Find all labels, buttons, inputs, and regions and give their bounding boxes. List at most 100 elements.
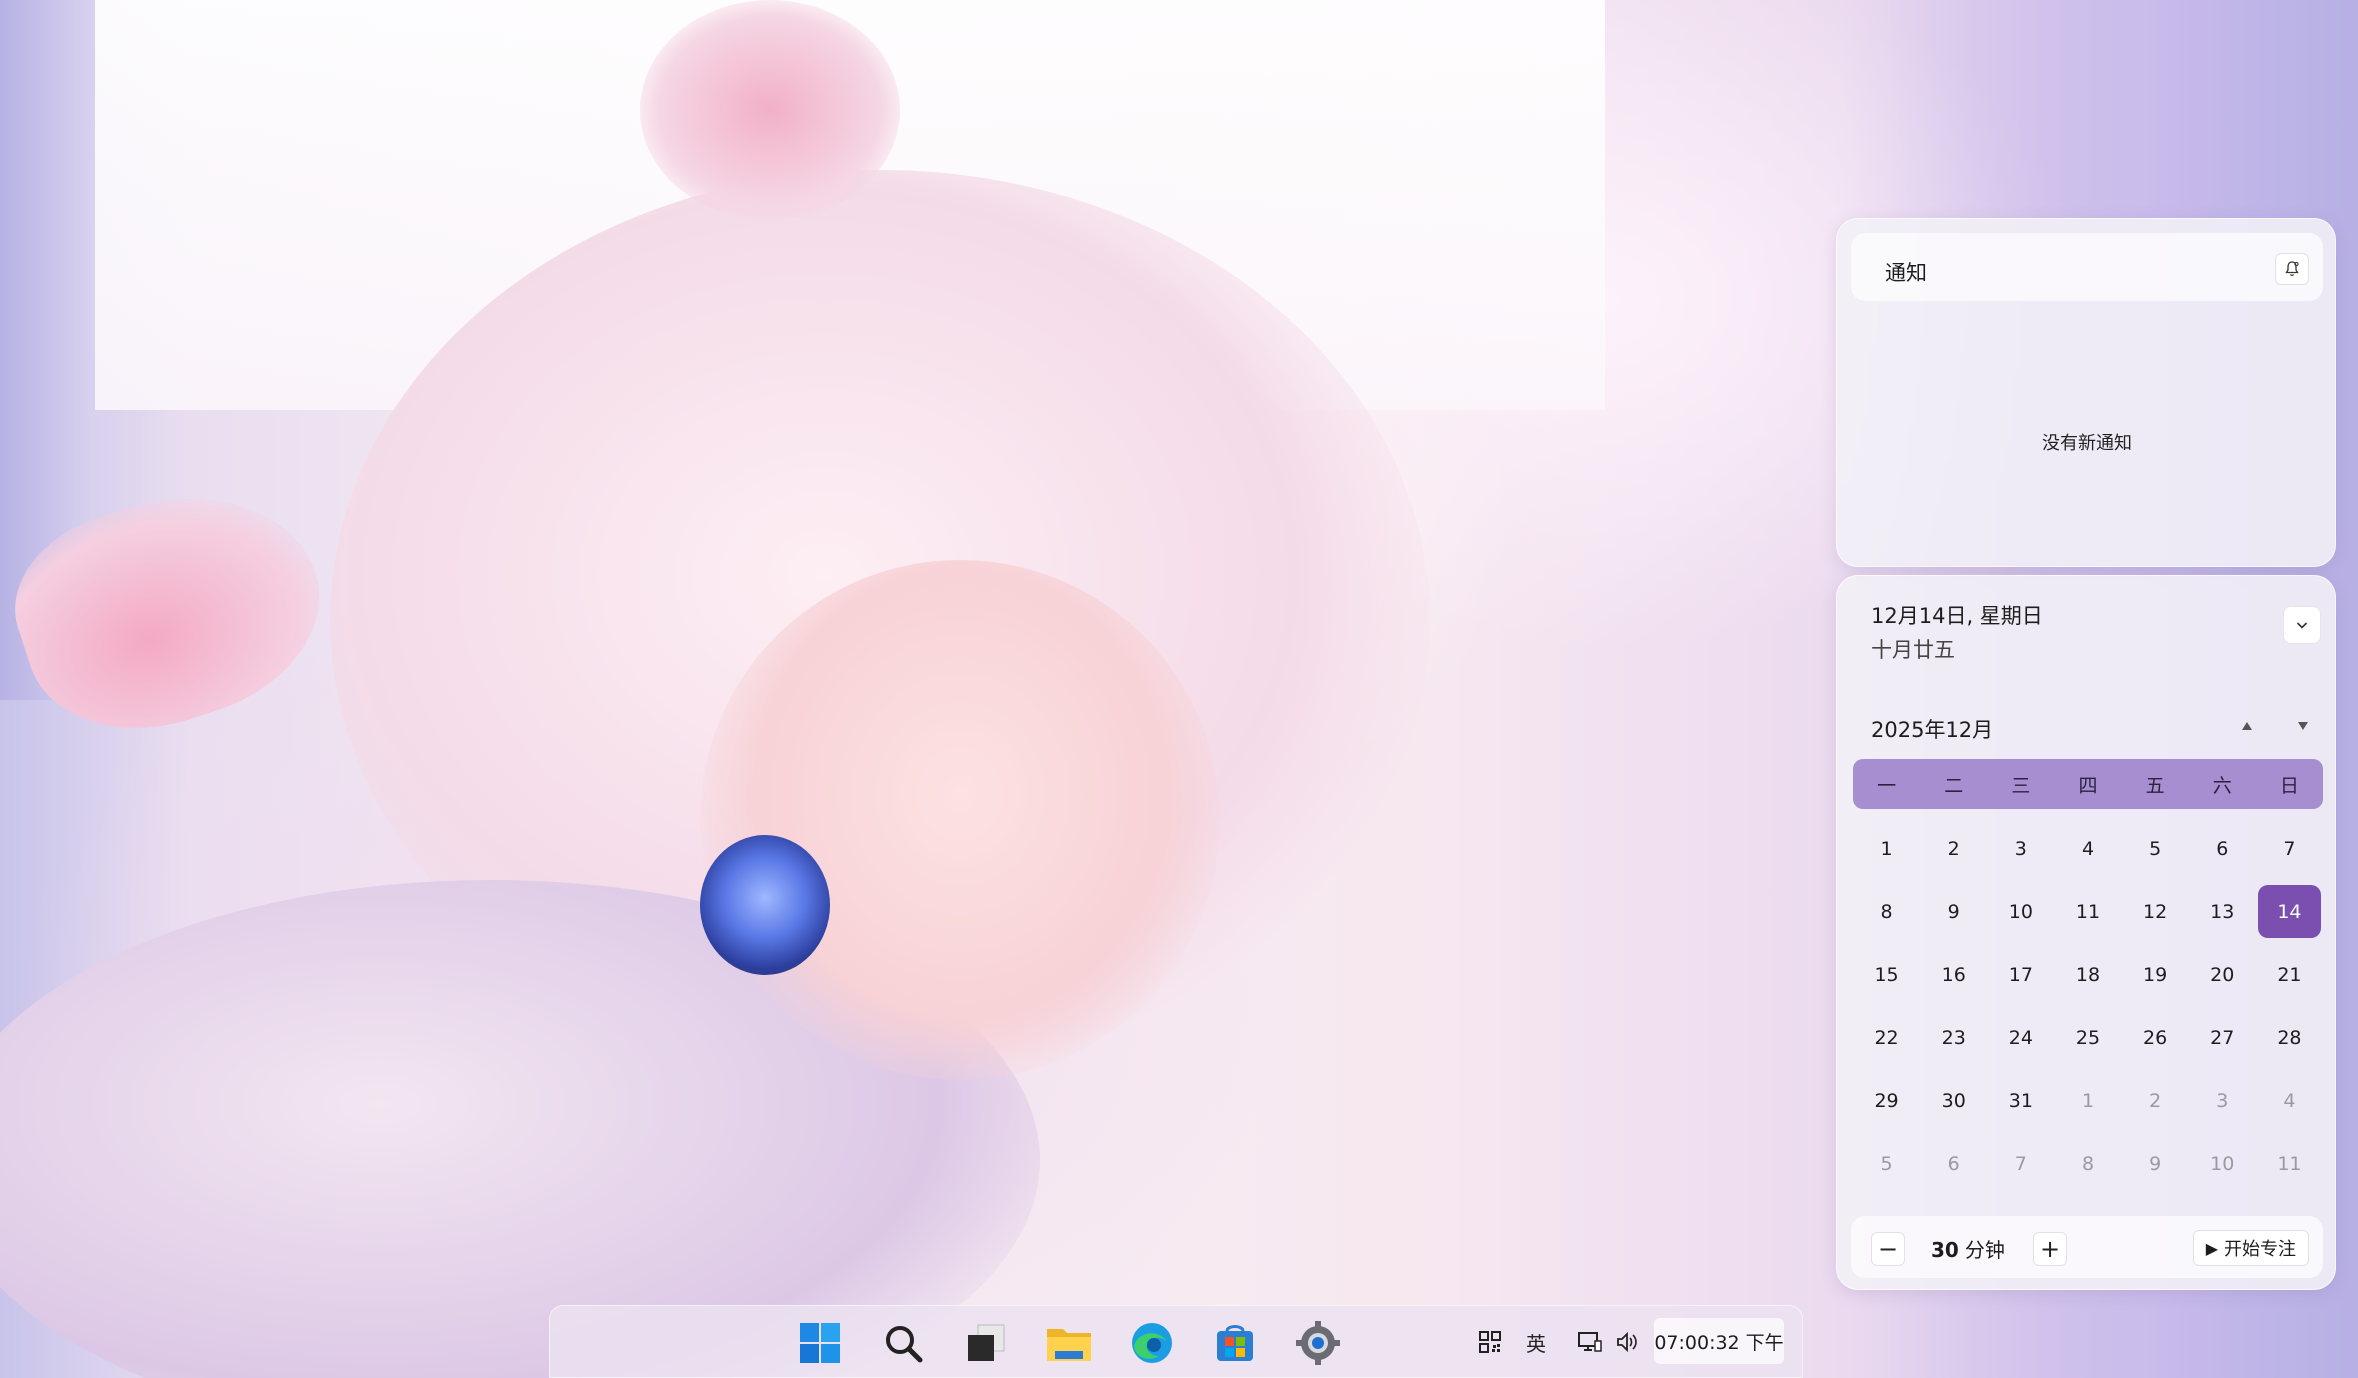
calendar-day[interactable]: 30 (1922, 1074, 1985, 1127)
notification-panel: 通知 没有新通知 (1836, 218, 2336, 567)
store-button[interactable] (1210, 1318, 1260, 1368)
focus-minutes-unit: 分钟 (1964, 1238, 2005, 1262)
calendar-day[interactable]: 26 (2124, 1011, 2187, 1064)
focus-decrease-button[interactable]: − (1871, 1232, 1905, 1266)
calendar-day[interactable]: 1 (1855, 822, 1918, 875)
no-notifications-text: 没有新通知 (2042, 433, 2132, 454)
calendar-day[interactable]: 6 (1922, 1137, 1985, 1190)
play-icon: ▶ (2205, 1238, 2218, 1258)
triangle-down-icon (2298, 722, 2308, 730)
calendar-day[interactable]: 7 (1989, 1137, 2052, 1190)
calendar-day[interactable]: 24 (1989, 1011, 2052, 1064)
calendar-day[interactable]: 27 (2191, 1011, 2254, 1064)
calendar-day[interactable]: 28 (2258, 1011, 2321, 1064)
calendar-day[interactable]: 20 (2191, 948, 2254, 1001)
volume-tray-button[interactable] (1612, 1326, 1644, 1358)
calendar-day[interactable]: 8 (1855, 885, 1918, 938)
notification-title: 通知 (1885, 261, 1927, 285)
calendar-day[interactable]: 21 (2258, 948, 2321, 1001)
focus-duration: 30 分钟 (1931, 1234, 2005, 1263)
settings-button[interactable] (1293, 1318, 1343, 1368)
calendar-day[interactable]: 2 (2124, 1074, 2187, 1127)
weekday-label: 日 (2279, 774, 2299, 797)
calendar-day[interactable]: 10 (2191, 1137, 2254, 1190)
weekday-label: 三 (2011, 774, 2031, 797)
input-method-button[interactable]: 英 (1520, 1326, 1552, 1358)
weekday-label: 五 (2145, 774, 2165, 797)
calendar-day[interactable]: 16 (1922, 948, 1985, 1001)
weekday-label: 二 (1944, 774, 1964, 797)
calendar-day[interactable]: 22 (1855, 1011, 1918, 1064)
store-icon (1217, 1325, 1253, 1361)
calendar-day[interactable]: 13 (2191, 885, 2254, 938)
calendar-panel: 12月14日, 星期日 十月廿五 2025年12月 一 二 三 四 五 六 日 … (1836, 575, 2336, 1290)
calendar-lunar-label: 十月廿五 (1871, 638, 1955, 662)
focus-minutes-value: 30 (1931, 1238, 1959, 1262)
calendar-day[interactable]: 3 (2191, 1074, 2254, 1127)
calendar-day[interactable]: 11 (2056, 885, 2119, 938)
calendar-body: 2025年12月 一 二 三 四 五 六 日 1 2 3 4 5 6 7 8 9 10 11 12 13… (1837, 686, 2337, 1206)
edge-button[interactable] (1127, 1318, 1177, 1368)
calendar-weekday-bar: 一 二 三 四 五 六 日 (1853, 759, 2323, 809)
task-view-icon (968, 1324, 1005, 1361)
calendar-day[interactable]: 2 (1922, 822, 1985, 875)
wallpaper-face (700, 560, 1220, 1080)
calendar-collapse-button[interactable] (2283, 606, 2321, 644)
calendar-month-label[interactable]: 2025年12月 (1871, 714, 1993, 744)
network-tray-button[interactable] (1574, 1326, 1606, 1358)
calendar-day-today[interactable]: 14 (2257, 885, 2321, 938)
calendar-day[interactable]: 8 (2056, 1137, 2119, 1190)
calendar-day[interactable]: 29 (1855, 1074, 1918, 1127)
calendar-day[interactable]: 1 (2056, 1074, 2119, 1127)
calendar-day[interactable]: 11 (2258, 1137, 2321, 1190)
qr-code-icon (1479, 1331, 1501, 1353)
taskbar-clock[interactable]: 07:00:32 下午 (1654, 1318, 1784, 1364)
edge-browser-icon (1132, 1323, 1172, 1363)
calendar-day[interactable]: 5 (2124, 822, 2187, 875)
start-button[interactable] (795, 1318, 845, 1368)
start-focus-button[interactable]: ▶ 开始专注 (2192, 1230, 2309, 1266)
file-explorer-icon (1047, 1329, 1091, 1361)
calendar-day[interactable]: 4 (2056, 822, 2119, 875)
qr-tray-button[interactable] (1474, 1326, 1506, 1358)
focus-session-bar: − 30 分钟 + ▶ 开始专注 (1851, 1216, 2323, 1278)
calendar-day[interactable]: 25 (2056, 1011, 2119, 1064)
calendar-day[interactable]: 12 (2124, 885, 2187, 938)
calendar-day[interactable]: 31 (1989, 1074, 2052, 1127)
weekday-label: 一 (1877, 774, 1897, 797)
wallpaper-ear-top (640, 0, 900, 220)
calendar-day[interactable]: 17 (1989, 948, 2052, 1001)
bell-settings-icon (2285, 261, 2299, 276)
calendar-day[interactable]: 18 (2056, 948, 2119, 1001)
focus-increase-button[interactable]: + (2033, 1232, 2067, 1266)
notification-header: 通知 (1851, 233, 2323, 301)
calendar-day[interactable]: 5 (1855, 1137, 1918, 1190)
calendar-day[interactable]: 9 (1922, 885, 1985, 938)
calendar-day[interactable]: 6 (2191, 822, 2254, 875)
calendar-next-month-button[interactable] (2285, 710, 2321, 742)
calendar-day[interactable]: 9 (2124, 1137, 2187, 1190)
wallpaper-eye (700, 835, 830, 975)
search-button[interactable] (878, 1318, 928, 1368)
calendar-day[interactable]: 23 (1922, 1011, 1985, 1064)
file-explorer-button[interactable] (1044, 1318, 1094, 1368)
calendar-day[interactable]: 7 (2258, 822, 2321, 875)
start-focus-label: 开始专注 (2224, 1239, 2296, 1260)
calendar-day[interactable]: 15 (1855, 948, 1918, 1001)
weekday-label: 四 (2078, 774, 2098, 797)
calendar-day[interactable]: 19 (2124, 948, 2187, 1001)
weekday-label: 六 (2212, 774, 2232, 797)
notification-settings-button[interactable] (2275, 253, 2309, 285)
chevron-down-icon (2296, 622, 2308, 629)
calendar-day[interactable]: 3 (1989, 822, 2052, 875)
calendar-day[interactable]: 10 (1989, 885, 2052, 938)
windows-start-icon (800, 1323, 840, 1363)
calendar-prev-month-button[interactable] (2229, 710, 2265, 742)
settings-gear-icon (1296, 1321, 1340, 1365)
search-icon (886, 1326, 923, 1363)
volume-icon (1617, 1331, 1637, 1353)
task-view-button[interactable] (961, 1318, 1011, 1368)
network-monitor-icon (1578, 1332, 1602, 1352)
triangle-up-icon (2242, 722, 2252, 730)
calendar-day[interactable]: 4 (2258, 1074, 2321, 1127)
